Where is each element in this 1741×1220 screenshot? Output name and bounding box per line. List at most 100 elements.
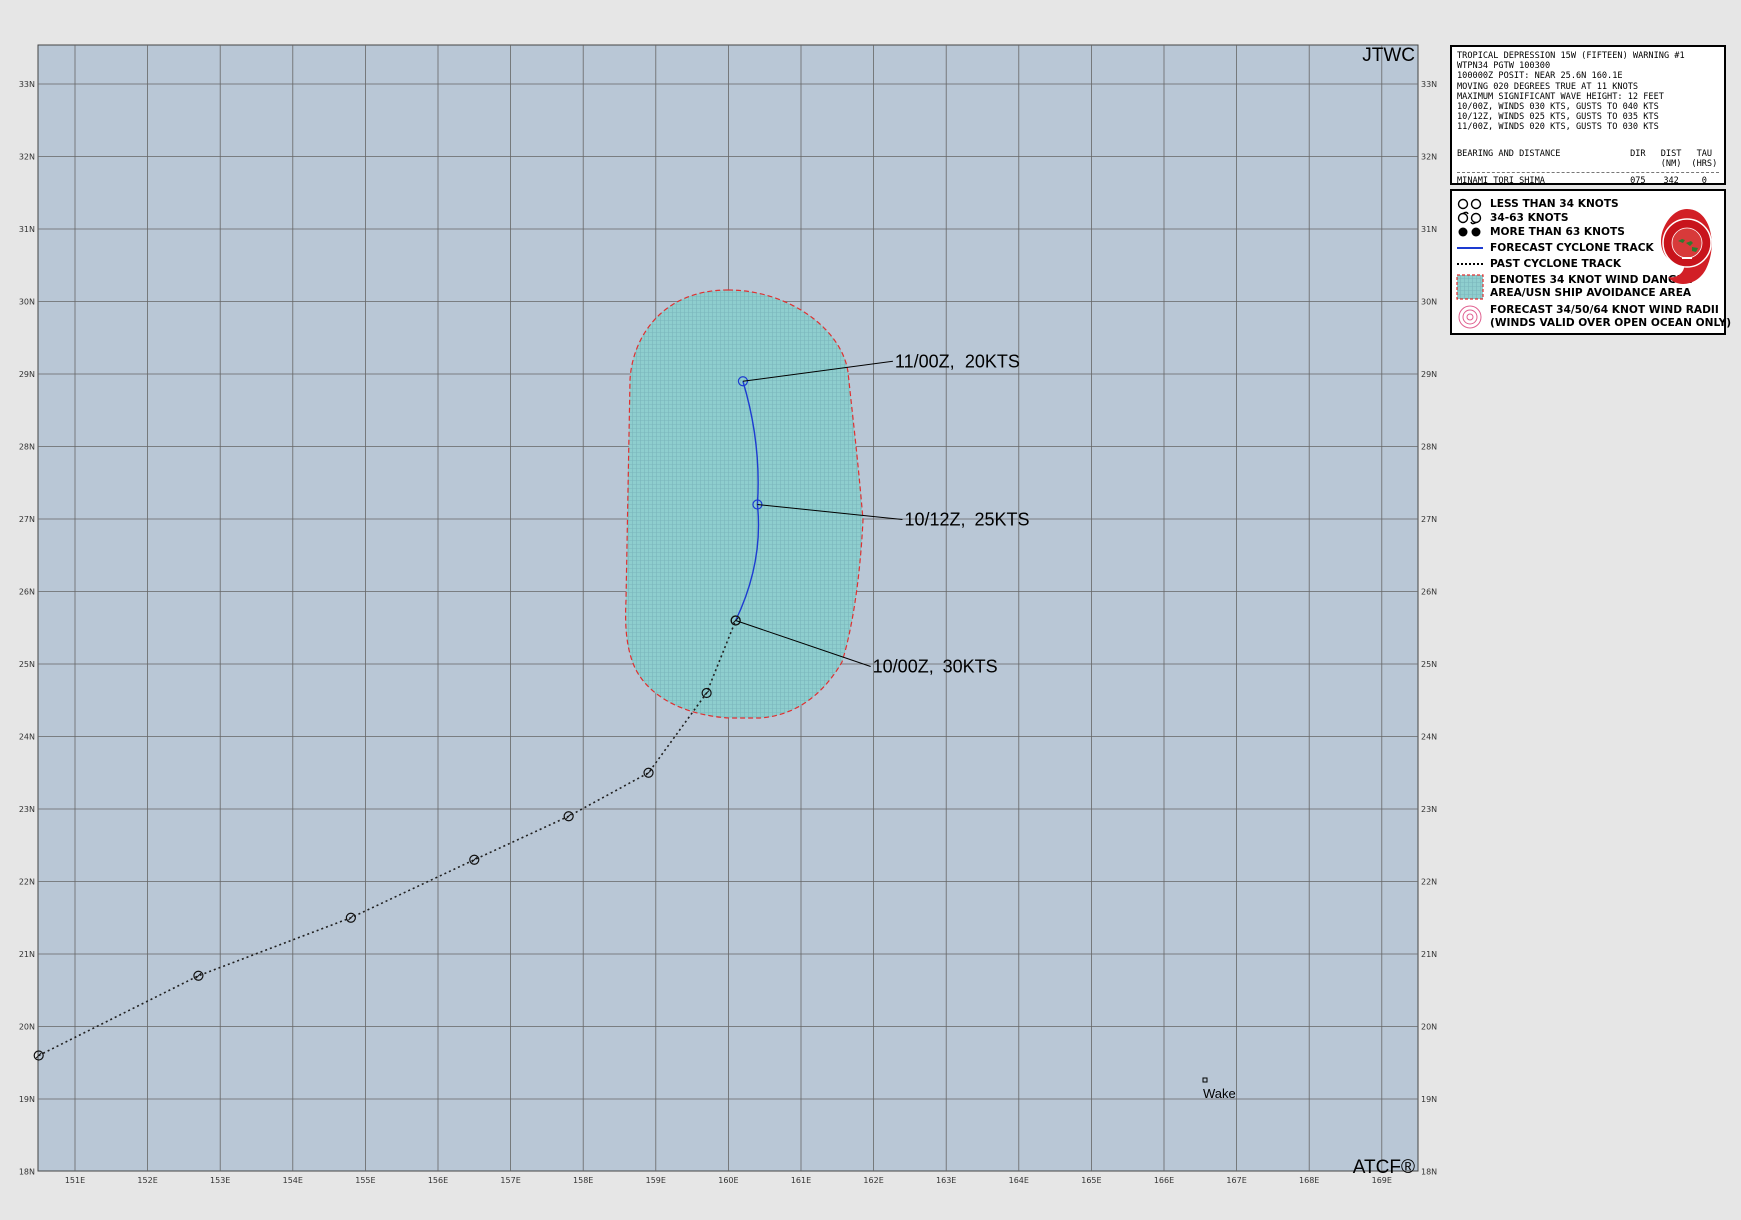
lat-label-left: 20N (19, 1023, 35, 1032)
lat-label-left: 18N (19, 1168, 35, 1177)
past-track-dotted-icon (1457, 263, 1483, 265)
lon-label: 152E (137, 1176, 157, 1185)
lat-label-left: 29N (19, 370, 35, 379)
warning-forecast-2: 10/12Z, WINDS 025 KTS, GUSTS TO 035 KTS (1457, 112, 1659, 123)
lat-label-left: 22N (19, 878, 35, 887)
warning-title: TROPICAL DEPRESSION 15W (FIFTEEN) WARNIN… (1457, 51, 1685, 61)
forecast-label-wind: 25KTS (974, 510, 1029, 530)
legend-label-moderate: 34-63 KNOTS (1490, 211, 1569, 224)
bearing-separator (1457, 172, 1719, 174)
bearing-location: MINAMI_TORI_SHIMA (1457, 176, 1545, 187)
warning-forecast-1: 10/00Z, WINDS 030 KTS, GUSTS TO 040 KTS (1457, 102, 1659, 113)
legend-label-weak: LESS THAN 34 KNOTS (1490, 197, 1619, 210)
lon-label: 167E (1226, 1176, 1246, 1185)
lon-label: 157E (500, 1176, 520, 1185)
warning-position: 100000Z POSIT: NEAR 25.6N 160.1E (1457, 71, 1623, 82)
lat-label-right: 18N (1421, 1168, 1437, 1177)
lat-label-right: 26N (1421, 588, 1437, 597)
lat-label-left: 32N (19, 153, 35, 162)
forecast-label-time: 10/00Z, (873, 657, 934, 677)
jtwc-seal-logo (1660, 209, 1712, 284)
bearing-tau: 0 (1701, 176, 1707, 187)
lat-label-right: 28N (1421, 443, 1437, 452)
lat-label-left: 23N (19, 805, 35, 814)
legend-item-strong: MORE THAN 63 KNOTS (1456, 225, 1625, 239)
legend-label-past-track: PAST CYCLONE TRACK (1490, 257, 1622, 270)
lat-label-left: 24N (19, 733, 35, 742)
warning-header-id: WTPN34 PGTW 100300 (1457, 61, 1551, 72)
bearing-header: BEARING AND DISTANCE DIR DIST TAU (1457, 149, 1719, 159)
legend: LESS THAN 34 KNOTS 34-63 KNOTS MORE THAN… (1450, 189, 1731, 335)
legend-item-weak: LESS THAN 34 KNOTS (1456, 197, 1619, 211)
bearing-row: MINAMI_TORI_SHIMA 075 342 0 (1457, 176, 1719, 186)
forecast-label-wind: 20KTS (965, 351, 1020, 371)
lon-label: 165E (1081, 1176, 1101, 1185)
legend-item-moderate: 34-63 KNOTS (1456, 211, 1569, 225)
legend-item-forecast-track: FORECAST CYCLONE TRACK (1456, 241, 1654, 255)
bearing-dist-header: DIST (1660, 148, 1682, 159)
warning-movement: MOVING 020 DEGREES TRUE AT 11 KNOTS (1457, 81, 1639, 92)
bearing-units: (NM) (HRS) (1457, 159, 1719, 169)
lat-label-left: 28N (19, 443, 35, 452)
forecast-track-line-icon (1457, 247, 1483, 249)
lat-label-right: 30N (1421, 298, 1437, 307)
lat-label-right: 21N (1421, 950, 1437, 959)
cyclone-symbol-strong-icon (1458, 227, 1481, 237)
lat-label-right: 33N (1421, 80, 1437, 89)
jtwc-corner-label: JTWC (1362, 45, 1415, 66)
forecast-label-wind: 30KTS (943, 657, 998, 677)
lon-label: 162E (863, 1176, 883, 1185)
legend-item-wind-radii: FORECAST 34/50/64 KNOT WIND RADII (WINDS… (1456, 304, 1731, 330)
lat-label-left: 26N (19, 588, 35, 597)
lat-label-right: 27N (1421, 515, 1437, 524)
lon-label: 166E (1154, 1176, 1174, 1185)
lat-label-right: 31N (1421, 225, 1437, 234)
atcf-corner-label: ATCF® (1353, 1157, 1415, 1178)
lat-label-left: 25N (19, 660, 35, 669)
lon-label: 164E (1009, 1176, 1029, 1185)
lon-label: 154E (283, 1176, 303, 1185)
warning-wave-height: MAXIMUM SIGNIFICANT WAVE HEIGHT: 12 FEET (1457, 91, 1664, 102)
lat-label-left: 27N (19, 515, 35, 524)
forecast-label-time: 10/12Z, (904, 510, 965, 530)
forecast-label-time: 11/00Z, (895, 351, 955, 371)
lon-label: 155E (355, 1176, 375, 1185)
legend-label-forecast-track: FORECAST CYCLONE TRACK (1490, 241, 1654, 254)
lon-label: 156E (428, 1176, 448, 1185)
legend-item-past-track: PAST CYCLONE TRACK (1456, 257, 1621, 271)
legend-label-wind-radii: FORECAST 34/50/64 KNOT WIND RADII (1490, 304, 1719, 316)
bearing-dist-unit: (NM) (1660, 158, 1682, 169)
wind-radii-icon (1458, 305, 1482, 329)
lat-label-right: 23N (1421, 805, 1437, 814)
lon-label: 161E (791, 1176, 811, 1185)
lon-label: 168E (1299, 1176, 1319, 1185)
bearing-dist: 342 (1663, 176, 1679, 187)
bearing-title: BEARING AND DISTANCE (1457, 148, 1561, 159)
lat-label-left: 33N (19, 80, 35, 89)
lat-label-left: 30N (19, 298, 35, 307)
lat-label-right: 20N (1421, 1023, 1437, 1032)
lat-label-right: 32N (1421, 153, 1437, 162)
lon-label: 163E (936, 1176, 956, 1185)
bearing-tau-unit: (HRS) (1691, 158, 1718, 169)
lon-label: 159E (646, 1176, 666, 1185)
bearing-dir-header: DIR (1630, 148, 1646, 159)
bearing-dir: 075 (1630, 176, 1646, 187)
bearing-tau-header: TAU (1696, 148, 1713, 159)
legend-label-strong: MORE THAN 63 KNOTS (1490, 225, 1625, 238)
danger-area (624, 289, 864, 719)
cyclone-symbol-moderate-icon (1457, 211, 1482, 225)
legend-label-wind-radii-2: (WINDS VALID OVER OPEN OCEAN ONLY) (1490, 317, 1732, 329)
lat-label-right: 19N (1421, 1095, 1437, 1104)
lat-label-left: 31N (19, 225, 35, 234)
lat-label-right: 25N (1421, 660, 1437, 669)
danger-area-swatch-icon (1456, 274, 1484, 300)
lat-label-right: 22N (1421, 878, 1437, 887)
warning-info-box: TROPICAL DEPRESSION 15W (FIFTEEN) WARNIN… (1450, 45, 1726, 186)
lon-label: 158E (573, 1176, 593, 1185)
lon-label: 153E (210, 1176, 230, 1185)
lon-label: 151E (65, 1176, 85, 1185)
cyclone-symbol-weak-icon (1457, 198, 1482, 210)
longitude-labels: 151E 152E 153E 154E 155E 156E 157E 158E 159E 160E… (65, 1176, 1392, 1185)
lat-label-left: 21N (19, 950, 35, 959)
